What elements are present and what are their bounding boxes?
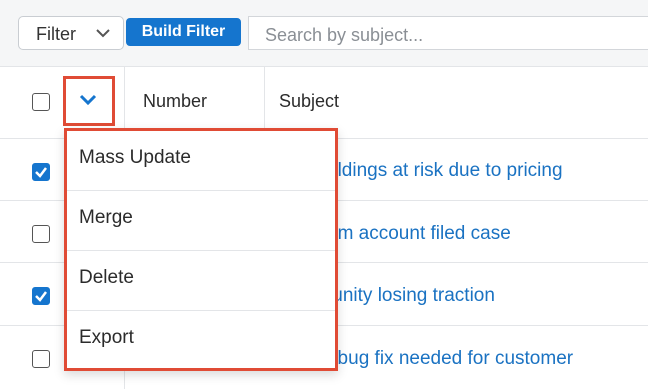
row-checkbox[interactable]: [32, 287, 50, 305]
chevron-down-icon: [96, 29, 110, 38]
menu-item-mass-update[interactable]: Mass Update: [67, 131, 335, 191]
filter-dropdown-button[interactable]: Filter: [18, 16, 124, 50]
search-box[interactable]: [248, 16, 648, 50]
column-header-number[interactable]: Number: [143, 91, 207, 112]
row-checkbox[interactable]: [32, 163, 50, 181]
subject-link[interactable]: oldings at risk due to pricing: [327, 160, 563, 182]
row-checkbox[interactable]: [32, 225, 50, 243]
subject-link[interactable]: tunity losing traction: [327, 285, 495, 307]
checkmark-icon: [35, 167, 47, 178]
checkmark-icon: [35, 291, 47, 302]
chevron-down-icon: [79, 94, 97, 106]
subject-link[interactable]: em account filed case: [327, 223, 511, 245]
menu-item-delete[interactable]: Delete: [67, 251, 335, 311]
mass-actions-toggle[interactable]: [63, 76, 115, 126]
menu-item-label: Mass Update: [79, 147, 191, 168]
subject-link[interactable]: t bug fix needed for customer: [327, 348, 573, 370]
menu-item-merge[interactable]: Merge: [67, 191, 335, 251]
menu-item-export[interactable]: Export: [67, 311, 335, 371]
mass-actions-menu: Mass Update Merge Delete Export: [64, 128, 338, 371]
menu-item-label: Merge: [79, 207, 133, 228]
search-input[interactable]: [263, 23, 647, 47]
filter-bar: Filter Build Filter: [0, 0, 648, 67]
row-checkbox[interactable]: [32, 350, 50, 368]
build-filter-button[interactable]: Build Filter: [126, 18, 241, 46]
select-all-checkbox[interactable]: [32, 93, 50, 111]
menu-item-label: Export: [79, 327, 134, 348]
filter-label: Filter: [36, 24, 76, 44]
column-header-subject[interactable]: Subject: [279, 91, 339, 112]
menu-item-label: Delete: [79, 267, 134, 288]
